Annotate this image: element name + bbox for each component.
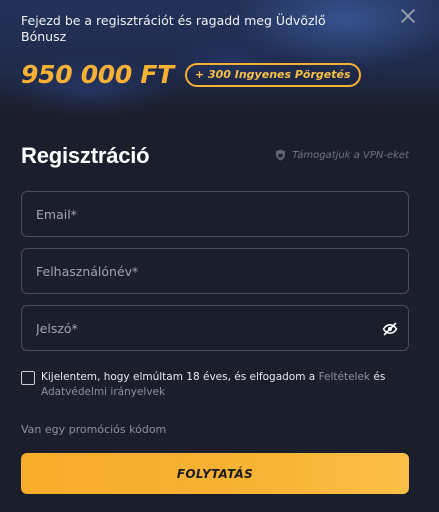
- promo-code-link[interactable]: Van egy promóciós kódom: [21, 423, 166, 436]
- username-field[interactable]: [21, 248, 409, 294]
- vpn-note: Támogatjuk a VPN-eket: [275, 149, 409, 161]
- continue-button[interactable]: FOLYTATÁS: [21, 453, 409, 494]
- terms-checkbox[interactable]: [21, 371, 35, 385]
- shield-icon: [276, 149, 286, 161]
- eye-slash-icon: [382, 322, 398, 336]
- promo-banner: Fejezd be a regisztrációt és ragadd meg …: [0, 0, 439, 118]
- terms-text: Kijelentem, hogy elmúltam 18 éves, és el…: [41, 370, 411, 399]
- close-icon: [401, 9, 415, 23]
- bonus-amount: 950 000 FT: [21, 60, 174, 89]
- password-input[interactable]: [22, 306, 408, 350]
- close-button[interactable]: [397, 5, 419, 27]
- password-visibility-toggle[interactable]: [382, 321, 398, 337]
- bonus-row: 950 000 FT + 300 Ingyenes Pörgetés: [21, 60, 361, 89]
- terms-and: és: [370, 371, 386, 383]
- username-input[interactable]: [22, 249, 408, 293]
- password-field[interactable]: [21, 305, 409, 351]
- banner-headline: Fejezd be a regisztrációt és ragadd meg …: [21, 13, 326, 44]
- terms-consent: Kijelentem, hogy elmúltam 18 éves, és el…: [21, 370, 411, 399]
- vpn-note-text: Támogatjuk a VPN-eket: [292, 149, 409, 161]
- free-spins-badge: + 300 Ingyenes Pörgetés: [184, 62, 361, 87]
- email-field[interactable]: [21, 191, 409, 237]
- privacy-link[interactable]: Adatvédelmi irányelvek: [41, 386, 165, 398]
- email-input[interactable]: [22, 192, 408, 236]
- registration-modal: Fejezd be a regisztrációt és ragadd meg …: [0, 0, 439, 512]
- terms-link[interactable]: Feltételek: [319, 371, 370, 383]
- page-title: Regisztráció: [21, 143, 150, 168]
- terms-prefix: Kijelentem, hogy elmúltam 18 éves, és el…: [41, 371, 319, 383]
